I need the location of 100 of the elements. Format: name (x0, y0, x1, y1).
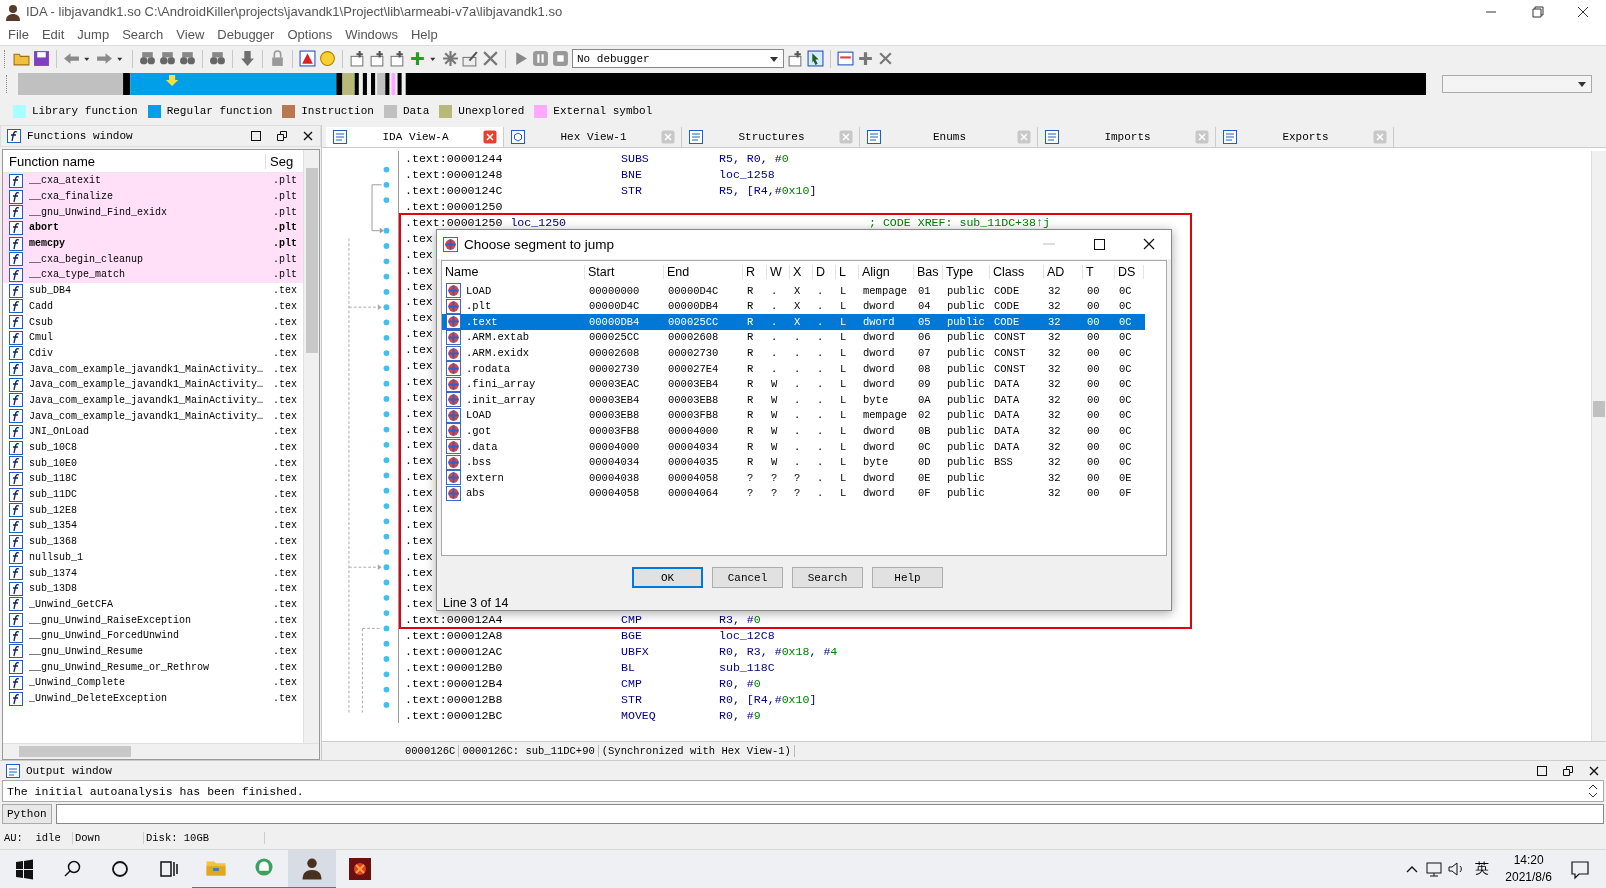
segment-row[interactable]: .bss 00004034 00004035 R W . . L byte 0D public BSS 32 00 0C (442, 454, 1145, 470)
tab[interactable]: IDA View-A (326, 127, 504, 147)
close-button[interactable] (302, 130, 314, 142)
segment-row[interactable]: .ARM.exidx 00002608 00002730 R . . . L dword 07 public CONST 32 00 0C (442, 345, 1145, 361)
function-row[interactable]: __gnu_Unwind_ForcedUnwind .tex (3, 627, 303, 644)
function-row[interactable]: sub_13D8 .tex (3, 580, 303, 597)
menu-item[interactable]: Search (116, 26, 171, 42)
restore-button[interactable] (1562, 764, 1574, 777)
menu-item[interactable]: Edit (35, 26, 72, 42)
input-method-indicator[interactable]: 英 (1467, 860, 1498, 878)
dialog-button[interactable]: OK (632, 567, 703, 588)
close-button[interactable] (1588, 764, 1600, 777)
pencil-icon[interactable] (462, 50, 479, 67)
column-header[interactable]: Bas (914, 264, 943, 279)
column-header[interactable]: End (664, 264, 743, 279)
menu-item[interactable]: Options (281, 26, 340, 42)
warning-icon[interactable] (299, 50, 316, 67)
down-arrow-icon[interactable] (239, 50, 256, 67)
close-icon[interactable] (483, 130, 497, 144)
segment-row[interactable]: abs 00004058 00004064 ? ? ? . L dword 0F public 32 00 0F (442, 485, 1145, 502)
function-row[interactable]: Java_com_example_javandk1_MainActivity… .tex (3, 376, 303, 393)
dialog-button[interactable]: Help (872, 567, 943, 588)
binoculars-icon[interactable] (209, 50, 226, 67)
column-header[interactable]: L (836, 264, 859, 279)
window-icon[interactable] (837, 50, 854, 67)
function-row[interactable]: __cxa_atexit .plt (3, 173, 303, 189)
stop-icon[interactable] (552, 50, 569, 67)
scroll-arrows-icon[interactable] (1587, 783, 1599, 799)
segment-row[interactable]: .data 00004000 00004034 R W . . L dword 0C public DATA 32 00 0C (442, 438, 1145, 455)
segment-row[interactable]: .rodata 00002730 000027E4 R . . . L dword 08 public CONST 32 00 0C (442, 360, 1145, 377)
tab[interactable]: Hex View-1 (504, 127, 682, 147)
column-header[interactable]: DS (1115, 264, 1144, 279)
menu-item[interactable]: View (170, 26, 212, 42)
segment-row[interactable]: LOAD 00003EB8 00003FB8 R W . . L mempage 02 public DATA 32 00 0C (442, 407, 1145, 424)
horizontal-scrollbar[interactable] (3, 743, 319, 759)
dialog-button[interactable]: Search (792, 567, 863, 588)
segment-row[interactable]: .init_array 00003EB4 00003EB8 R W . . L byte 0A public DATA 32 00 0C (442, 392, 1145, 408)
function-row[interactable]: sub_118C .tex (3, 471, 303, 487)
cross-icon[interactable] (877, 50, 894, 67)
function-row[interactable]: sub_DB4 .tex (3, 282, 303, 299)
python-button[interactable]: Python (2, 804, 52, 824)
save-icon[interactable] (33, 50, 50, 67)
column-header[interactable]: Class (990, 264, 1044, 279)
tab[interactable]: Exports (1216, 127, 1394, 147)
function-row[interactable]: abort .plt (3, 220, 303, 236)
cursor-icon[interactable] (807, 50, 824, 67)
tab[interactable]: Imports (1038, 127, 1216, 147)
column-header[interactable]: W (767, 264, 790, 279)
function-row[interactable]: sub_12E8 .tex (3, 502, 303, 519)
function-row[interactable]: Cadd .tex (3, 298, 303, 315)
command-input[interactable] (55, 804, 1604, 824)
vertical-scrollbar[interactable] (303, 150, 319, 743)
maximize-button[interactable] (250, 130, 262, 142)
tab[interactable]: Enums (860, 127, 1038, 147)
function-row[interactable]: __cxa_type_match .plt (3, 267, 303, 283)
asterisk-icon[interactable] (442, 50, 459, 67)
function-row[interactable]: Java_com_example_javandk1_MainActivity… .tex (3, 408, 303, 424)
function-row[interactable]: _Unwind_DeleteException .tex (3, 690, 303, 707)
segment-row[interactable]: .fini_array 00003EAC 00003EB4 R W . . L dword 09 public DATA 32 00 0C (442, 376, 1145, 392)
segment-row[interactable]: .got 00003FB8 00004000 R W . . L dword 0B public DATA 32 00 0C (442, 423, 1145, 439)
function-row[interactable]: nullsub_1 .tex (3, 549, 303, 566)
function-row[interactable]: __gnu_Unwind_Resume_or_Rethrow .tex (3, 659, 303, 675)
segment-row[interactable]: LOAD 00000000 00000D4C R . X . L mempage 01 public CODE 32 00 0C (442, 282, 1145, 299)
pause-icon[interactable] (532, 50, 549, 67)
segment-row[interactable]: extern 00004038 00004058 ? ? ? . L dword 0E public 32 00 0E (442, 469, 1145, 486)
column-header[interactable]: Function name (3, 153, 266, 169)
function-row[interactable]: __gnu_Unwind_Find_exidx .plt (3, 204, 303, 221)
binoculars-icon[interactable] (159, 50, 176, 67)
column-header[interactable]: Name (442, 264, 585, 279)
segment-row[interactable]: .text 00000DB4 000025CC R . X . L dword 05 public CODE 32 00 0C (442, 314, 1145, 330)
menu-item[interactable]: Help (405, 26, 445, 42)
column-header[interactable]: Start (585, 264, 664, 279)
menu-item[interactable]: Windows (339, 26, 405, 42)
column-header[interactable]: Type (943, 264, 990, 279)
plus-document-icon[interactable] (389, 50, 406, 67)
clock[interactable]: 14:20 2021/8/6 (1497, 852, 1560, 886)
function-row[interactable]: Csub .tex (3, 314, 303, 330)
plus-document-icon[interactable] (349, 50, 366, 67)
function-row[interactable]: Cdiv .tex (3, 345, 303, 362)
function-row[interactable]: Java_com_example_javandk1_MainActivity… .tex (3, 361, 303, 377)
lock-icon[interactable] (269, 50, 286, 67)
menu-item[interactable]: Jump (71, 26, 117, 42)
dialog-button[interactable]: Cancel (712, 567, 783, 588)
function-row[interactable]: _Unwind_GetCFA .tex (3, 596, 303, 613)
plus-document-icon[interactable] (369, 50, 386, 67)
function-row[interactable]: __cxa_begin_cleanup .plt (3, 251, 303, 268)
column-header[interactable]: R (743, 264, 767, 279)
navigation-band[interactable] (18, 73, 1426, 95)
binoculars-icon[interactable] (179, 50, 196, 67)
segment-row[interactable]: .ARM.extab 000025CC 00002608 R . . . L dword 06 public CONST 32 00 0C (442, 329, 1145, 346)
column-header[interactable]: D (813, 264, 836, 279)
silhouette-icon[interactable] (288, 849, 336, 888)
function-row[interactable]: sub_11DC .tex (3, 486, 303, 503)
menu-item[interactable]: Debugger (211, 26, 282, 42)
plus-icon[interactable] (857, 50, 874, 67)
column-header[interactable]: AD (1044, 264, 1083, 279)
function-row[interactable]: sub_1374 .tex (3, 565, 303, 581)
binoculars-icon[interactable] (139, 50, 156, 67)
function-row[interactable]: JNI_OnLoad .tex (3, 424, 303, 440)
cross-icon[interactable] (482, 50, 499, 67)
